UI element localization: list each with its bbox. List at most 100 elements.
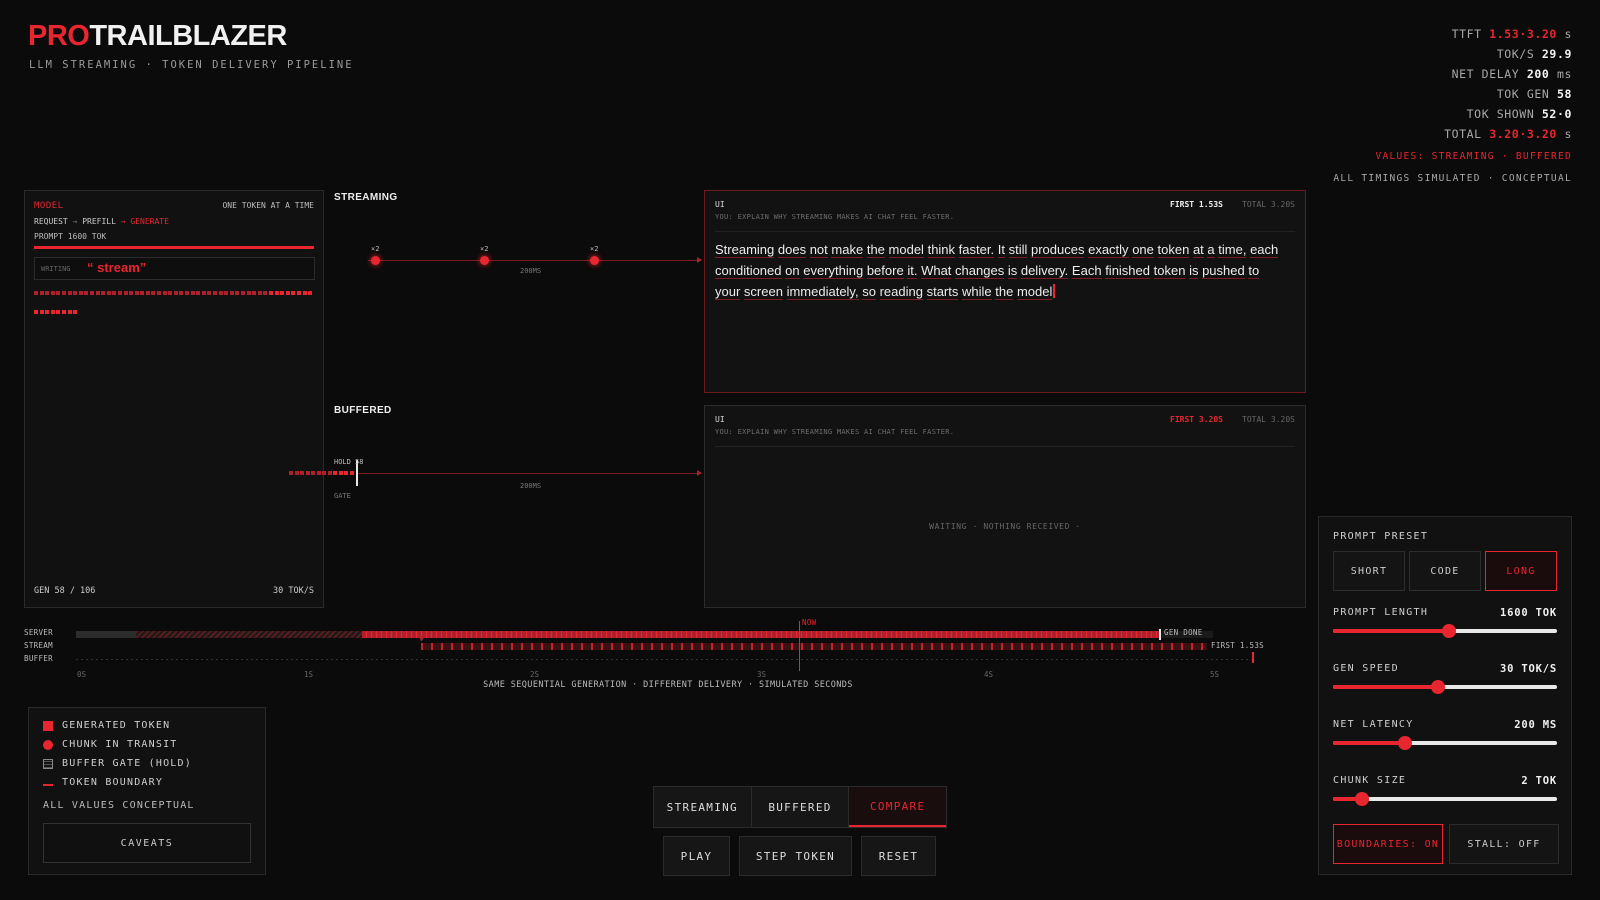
streamed-word: think [927,242,956,258]
prompt-length-slider[interactable] [1333,624,1557,638]
token-boundary-icon [43,779,53,786]
generated-token [123,291,128,295]
slider-knob[interactable] [1431,680,1446,694]
boundaries-toggle[interactable]: BOUNDARIES: ON [1333,824,1443,864]
stat-toks: TOK/S 29.9 [1496,47,1572,61]
generated-token [34,291,38,295]
writing-box: WRITING “ stream” [34,257,315,280]
net-latency-slider[interactable] [1333,736,1557,750]
streamed-word: model [1016,284,1053,300]
writing-token: “ stream” [87,260,147,275]
timeline-caption: SAME SEQUENTIAL GENERATION · DIFFERENT D… [483,680,853,690]
ui-user-prompt: YOU: EXPLAIN WHY STREAMING MAKES AI CHAT… [715,213,955,221]
slider-knob[interactable] [1397,736,1412,750]
values-note: VALUES: STREAMING · BUFFERED [1375,151,1572,162]
stream-chunk-track [421,643,1207,650]
generated-token [73,291,78,295]
step-token-button[interactable]: STEP TOKEN [739,836,852,876]
reset-button[interactable]: RESET [861,836,936,876]
first-token-marker-icon [418,636,425,642]
held-token [300,471,304,475]
timeline-tick: 0S [77,670,87,679]
stat-total: TOTAL 3.20·3.20 s [1444,127,1572,141]
ui-user-prompt: YOU: EXPLAIN WHY STREAMING MAKES AI CHAT… [715,428,955,436]
generated-token [106,291,111,295]
chunk-size-slider[interactable] [1333,792,1557,806]
legend-note: ALL VALUES CONCEPTUAL [43,800,195,811]
hold-count-label: HOLD 58 [334,458,364,466]
legend-item: BUFFER GATE (HOLD) [43,758,192,769]
generated-token-icon [43,720,53,731]
generated-token [140,291,145,295]
streamed-word: exactly [1088,242,1129,258]
generated-token [50,291,55,295]
stall-toggle[interactable]: STALL: OFF [1449,824,1559,864]
chunk-dot-icon [43,739,53,750]
now-label: NOW [802,618,817,627]
now-marker [799,621,800,671]
slider-knob[interactable] [1442,624,1457,638]
model-prompt-size: PROMPT 1600 TOK [34,232,107,241]
mode-streaming-button[interactable]: STREAMING [654,787,752,827]
brand-pro: PRO [28,20,90,52]
streamed-word: the [866,242,885,258]
generated-token [50,310,55,314]
streamed-word: each [1250,242,1279,258]
gate-label: GATE [334,492,351,500]
model-mode: ONE TOKEN AT A TIME [222,201,314,210]
generated-token [78,291,83,295]
buffered-latency-label: 200MS [520,482,542,490]
caveats-button[interactable]: CAVEATS [43,823,251,863]
mode-buffered-button[interactable]: BUFFERED [752,787,850,827]
mode-switch: STREAMING BUFFERED COMPARE [653,786,947,828]
ui-total-time: TOTAL 3.20S [1242,415,1295,424]
ui-first-time: FIRST 3.20S [1170,415,1223,424]
generated-token [56,310,61,314]
net-latency-value: 200 MS [1514,719,1557,731]
gen-speed-slider[interactable] [1333,680,1557,694]
prompt-length-label: PROMPT LENGTH [1333,607,1429,618]
slider-knob[interactable] [1355,792,1370,806]
timeline-lane-stream: STREAM [24,641,53,650]
generated-token [252,291,257,295]
text-caret [1053,284,1056,298]
generated-token [34,310,38,314]
streamed-word: on [785,263,800,279]
streamed-word: finished [1105,263,1150,279]
legend-panel: GENERATED TOKEN CHUNK IN TRANSIT BUFFER … [28,707,266,875]
buffered-ui-panel: UI YOU: EXPLAIN WHY STREAMING MAKES AI C… [704,405,1306,608]
generated-token [39,291,44,295]
streamed-word: model [888,242,924,258]
timeline-tick: 2S [530,670,540,679]
stats-readout: TTFT 1.53·3.20 s TOK/S 29.9 NET DELAY 20… [1333,24,1572,188]
generated-token [213,291,217,295]
preset-long-button[interactable]: LONG [1485,551,1557,591]
generated-token [112,291,117,295]
model-title: MODEL [34,201,64,211]
generated-token [73,310,78,314]
generated-token [45,291,50,295]
mode-compare-button[interactable]: COMPARE [849,787,947,827]
streaming-ui-panel: UI YOU: EXPLAIN WHY STREAMING MAKES AI C… [704,190,1306,393]
generated-token [101,291,106,295]
streamed-word: is [1189,263,1199,279]
preset-short-button[interactable]: SHORT [1333,551,1405,591]
generated-token [218,291,223,295]
held-token [305,471,310,475]
chunk-dot [480,256,489,265]
generated-token [291,291,296,295]
chunk-size-label: CHUNK SIZE [1333,775,1407,786]
streamed-word: Streaming [715,242,775,258]
generated-token [117,291,122,295]
generated-token [229,291,234,295]
streamed-word: at [1192,242,1204,258]
stat-tok-shown: TOK SHOWN 52·0 [1466,107,1572,121]
buffer-release-marker [1252,652,1254,663]
streamed-word: starts [926,284,959,300]
ui-first-time: FIRST 1.53S [1170,200,1223,209]
generated-token [296,291,301,295]
play-button[interactable]: PLAY [663,836,730,876]
generated-token [173,291,178,295]
chunk-dot [371,256,380,265]
preset-code-button[interactable]: CODE [1409,551,1481,591]
